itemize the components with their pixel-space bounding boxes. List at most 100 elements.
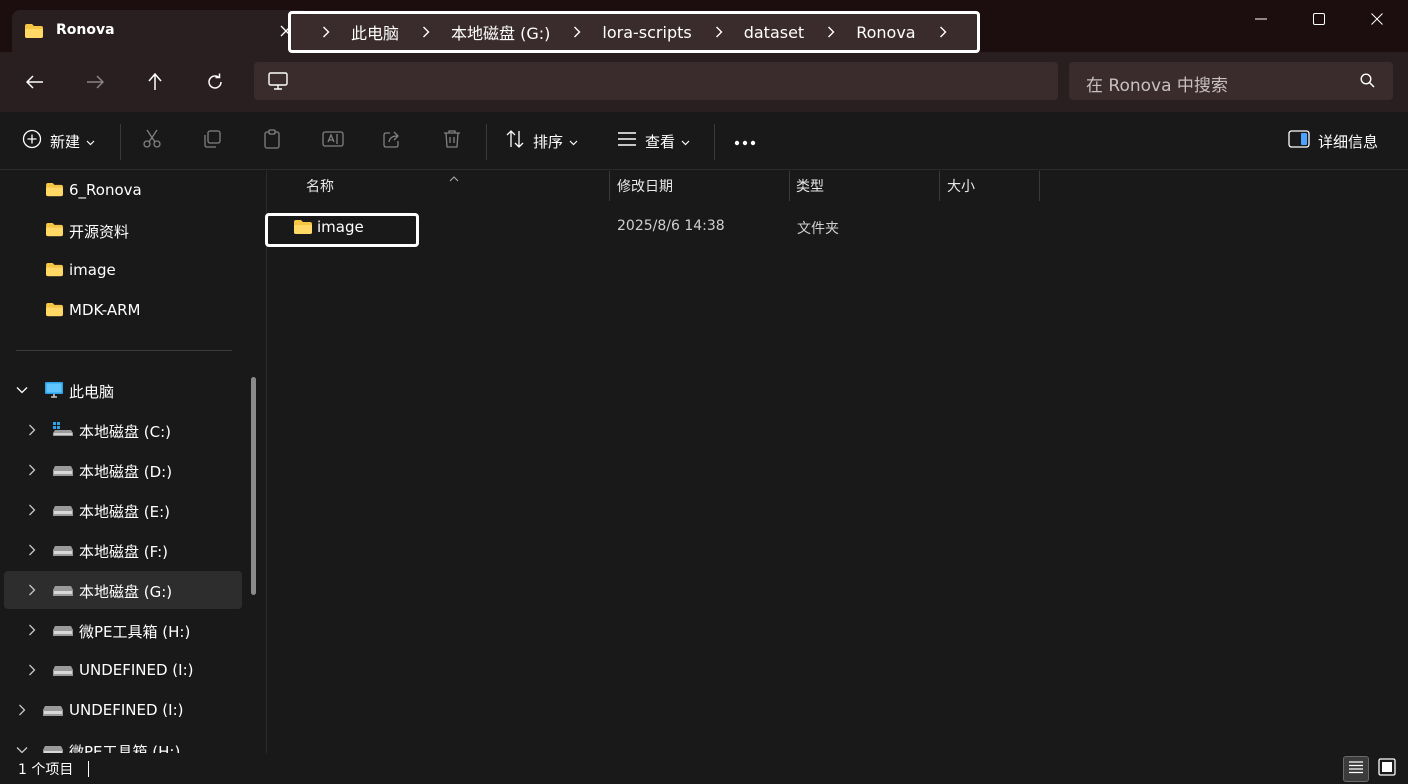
- new-button[interactable]: 新建: [22, 126, 95, 156]
- nav-label: 此电脑: [69, 383, 115, 401]
- nav-label: 本地磁盘 (D:): [79, 463, 173, 481]
- details-pane-button[interactable]: 详细信息: [1288, 126, 1378, 156]
- nav-item-drive-d[interactable]: 本地磁盘 (D:): [4, 451, 242, 489]
- nav-label: UNDEFINED (I:): [69, 701, 184, 719]
- nav-item-6-ronova[interactable]: 6_Ronova: [4, 171, 242, 209]
- column-header-modified[interactable]: 修改日期: [617, 171, 673, 201]
- chevron-right-icon[interactable]: [411, 26, 441, 38]
- chevron-right-icon[interactable]: [928, 26, 958, 38]
- nav-item-drive-f[interactable]: 本地磁盘 (F:): [4, 531, 242, 569]
- nav-item-drive-e[interactable]: 本地磁盘 (E:): [4, 491, 242, 529]
- column-divider[interactable]: [609, 171, 610, 201]
- chevron-down-icon[interactable]: [14, 382, 30, 398]
- nav-item-image[interactable]: image: [4, 251, 242, 289]
- folder-icon: [45, 262, 64, 281]
- drive-icon: [52, 543, 74, 561]
- chevron-down-icon[interactable]: [14, 742, 30, 753]
- column-header-size[interactable]: 大小: [947, 171, 975, 201]
- nav-scrollbar[interactable]: [251, 377, 256, 595]
- nav-item-drive-g[interactable]: 本地磁盘 (G:): [4, 571, 242, 609]
- breadcrumb-dataset[interactable]: dataset: [734, 23, 817, 42]
- file-name[interactable]: image: [317, 218, 364, 236]
- sort-button[interactable]: 排序: [505, 126, 578, 156]
- details-view-icon: [1348, 760, 1364, 778]
- maximize-button[interactable]: [1290, 0, 1348, 38]
- back-button[interactable]: [17, 66, 53, 98]
- close-window-button[interactable]: [1348, 0, 1406, 38]
- nav-item-drive-c[interactable]: 本地磁盘 (C:): [4, 411, 242, 449]
- chevron-right-icon[interactable]: [704, 26, 734, 38]
- column-header-type[interactable]: 类型: [796, 171, 824, 201]
- drive-icon: [42, 743, 64, 753]
- nav-item-drive-i[interactable]: UNDEFINED (I:): [4, 651, 242, 689]
- nav-item-pe-root[interactable]: 微PE工具箱 (H:): [4, 731, 242, 753]
- item-count: 1 个项目: [18, 762, 74, 778]
- file-row[interactable]: image 2025/8/6 14:38 文件夹: [265, 211, 1047, 247]
- breadcrumb-this-pc[interactable]: 此电脑: [341, 20, 411, 44]
- column-divider[interactable]: [1039, 171, 1040, 201]
- folder-icon: [45, 302, 64, 321]
- toolbar-divider: [714, 124, 715, 160]
- windows-drive-icon: [52, 421, 74, 441]
- nav-label: image: [69, 261, 116, 279]
- address-bar[interactable]: [254, 62, 1058, 100]
- details-pane-label: 详细信息: [1318, 132, 1379, 151]
- file-list: 名称 修改日期 类型 大小 image 2025/8/6 14:38 文件夹: [265, 171, 1408, 753]
- chevron-right-icon[interactable]: [816, 26, 846, 38]
- view-button[interactable]: 查看: [617, 126, 690, 156]
- breadcrumb[interactable]: 此电脑 本地磁盘 (G:) lora-scripts dataset Ronov…: [288, 11, 980, 53]
- column-header-name[interactable]: 名称: [306, 171, 334, 201]
- large-icons-view-button[interactable]: [1374, 756, 1400, 782]
- drive-icon: [52, 663, 74, 681]
- share-button[interactable]: [382, 126, 402, 156]
- chevron-right-icon[interactable]: [24, 582, 40, 598]
- tab-ronova[interactable]: Ronova: [12, 10, 310, 52]
- chevron-right-icon[interactable]: [24, 622, 40, 638]
- refresh-button[interactable]: [197, 66, 233, 98]
- chevron-right-icon[interactable]: [24, 422, 40, 438]
- drive-icon: [42, 703, 64, 721]
- details-view-button[interactable]: [1343, 756, 1369, 782]
- chevron-right-icon[interactable]: [311, 26, 341, 38]
- share-icon: [382, 129, 402, 153]
- search-box[interactable]: 在 Ronova 中搜索: [1069, 62, 1393, 100]
- cut-button[interactable]: [142, 126, 162, 156]
- sort-icon: [505, 129, 525, 153]
- nav-label: MDK-ARM: [69, 301, 141, 319]
- drive-icon: [52, 503, 74, 521]
- column-divider[interactable]: [789, 171, 790, 201]
- breadcrumb-drive-g[interactable]: 本地磁盘 (G:): [441, 20, 562, 44]
- forward-button[interactable]: [77, 66, 113, 98]
- nav-item-undefined-root[interactable]: UNDEFINED (I:): [4, 691, 242, 729]
- clipboard-icon: [262, 129, 282, 153]
- breadcrumb-ronova[interactable]: Ronova: [846, 23, 927, 42]
- sort-label: 排序: [533, 132, 564, 151]
- drive-icon: [52, 623, 74, 641]
- breadcrumb-lora-scripts[interactable]: lora-scripts: [592, 23, 703, 42]
- rename-button[interactable]: [322, 126, 344, 156]
- search-input[interactable]: 在 Ronova 中搜索: [1086, 71, 1228, 96]
- status-bar: 1 个项目: [0, 753, 1408, 784]
- chevron-right-icon[interactable]: [24, 502, 40, 518]
- paste-button[interactable]: [262, 126, 282, 156]
- chevron-right-icon[interactable]: [24, 542, 40, 558]
- chevron-right-icon[interactable]: [24, 662, 40, 678]
- new-button-label: 新建: [50, 132, 81, 151]
- chevron-right-icon[interactable]: [14, 702, 30, 718]
- chevron-right-icon[interactable]: [562, 26, 592, 38]
- chevron-right-icon[interactable]: [24, 462, 40, 478]
- nav-item-mdk-arm[interactable]: MDK-ARM: [4, 291, 242, 329]
- nav-item-this-pc[interactable]: 此电脑: [4, 371, 242, 409]
- chevron-down-icon: [86, 132, 95, 150]
- chevron-down-icon: [681, 132, 690, 150]
- search-icon: [1360, 73, 1375, 92]
- delete-button[interactable]: [442, 126, 462, 156]
- nav-item-drive-h[interactable]: 微PE工具箱 (H:): [4, 611, 242, 649]
- minimize-button[interactable]: [1232, 0, 1290, 38]
- up-button[interactable]: [137, 66, 173, 98]
- nav-item-open-source[interactable]: 开源资料: [4, 211, 242, 249]
- details-pane-icon: [1288, 130, 1310, 152]
- column-divider[interactable]: [939, 171, 940, 201]
- copy-button[interactable]: [202, 126, 222, 156]
- more-options-button[interactable]: [734, 126, 756, 156]
